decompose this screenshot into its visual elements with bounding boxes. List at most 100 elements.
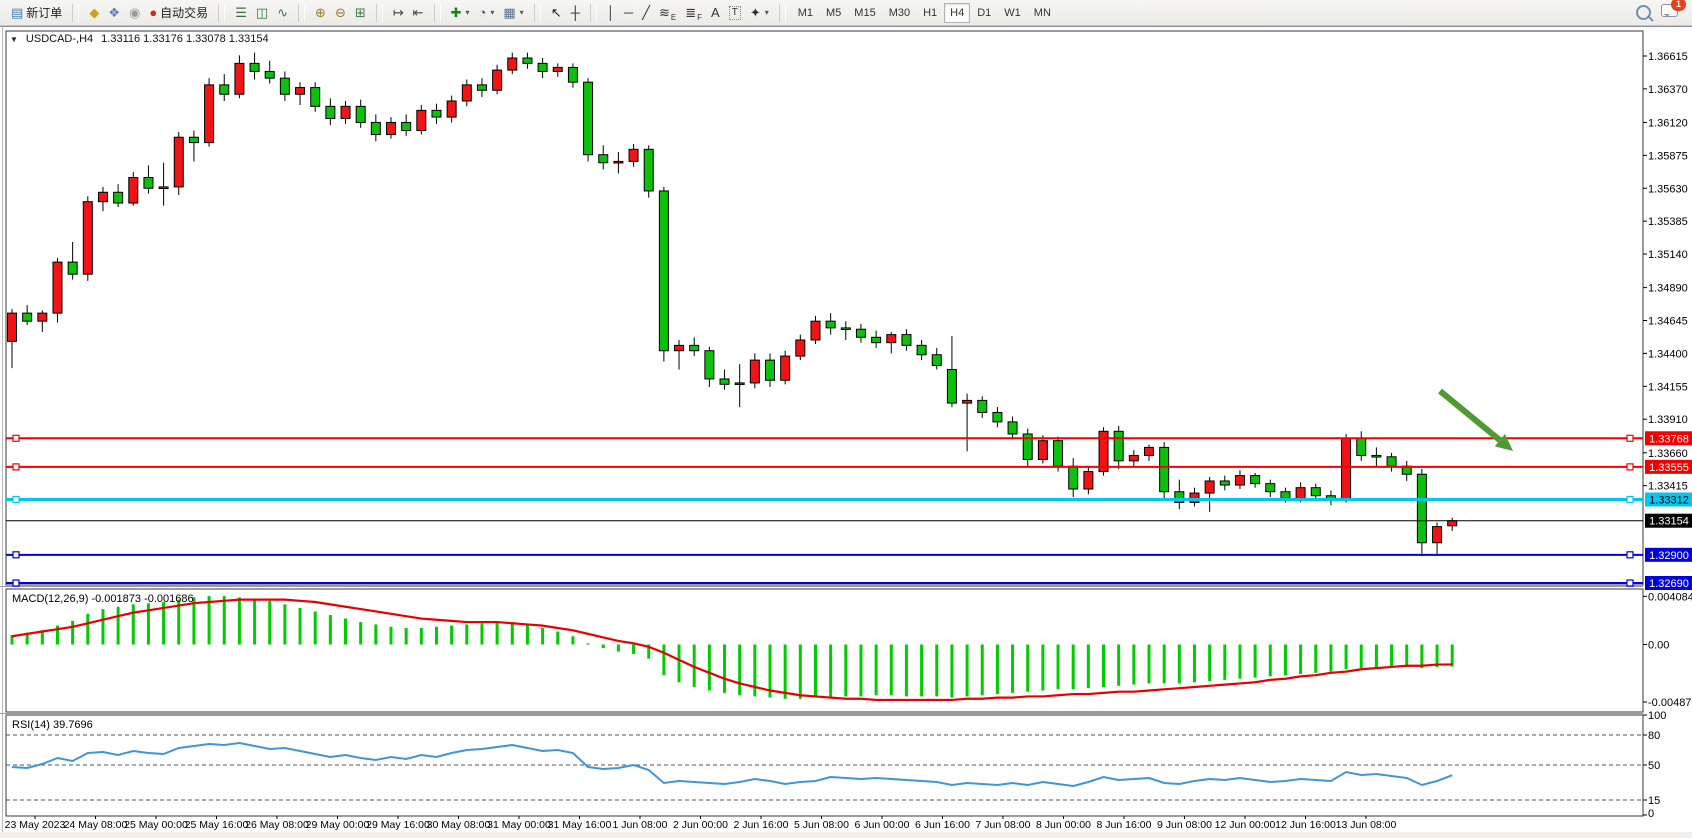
chart-shift-icon-glyph: ⇤	[413, 3, 424, 23]
crosshair-button[interactable]: ┼	[567, 2, 584, 24]
candle-body	[705, 351, 714, 379]
new-order-button[interactable]: ▤新订单	[7, 2, 66, 24]
cursor-button[interactable]: ↖	[547, 2, 566, 24]
candle-body	[781, 356, 790, 380]
timeframe-d1[interactable]: D1	[971, 3, 997, 23]
candlestick-chart-icon[interactable]: ◫	[252, 2, 272, 24]
price-tick-label: 1.34155	[1648, 381, 1688, 393]
periods-button[interactable]: ◔▾	[475, 2, 499, 24]
candle-body	[1114, 431, 1123, 461]
auto-scroll-icon[interactable]: ↦	[389, 2, 408, 24]
resistance-line-2-price-label: 1.33555	[1649, 462, 1689, 474]
auto-trading-button[interactable]: ●自动交易	[145, 2, 212, 24]
candle-body	[917, 345, 926, 354]
zoom-out-icon[interactable]: ⊖	[331, 2, 350, 24]
timeframe-m5[interactable]: M5	[820, 3, 847, 23]
search-icon[interactable]	[1636, 5, 1651, 20]
chart-ohlc-values: 1.33116 1.33176 1.33078 1.33154	[101, 33, 268, 45]
timeframe-m1[interactable]: M1	[792, 3, 819, 23]
timeframe-h4[interactable]: H4	[944, 3, 970, 23]
trendline-button[interactable]: ╱	[638, 2, 654, 24]
timeframe-h1[interactable]: H1	[917, 3, 943, 23]
toolbar-separator	[779, 4, 786, 22]
text-button[interactable]: A	[707, 2, 724, 24]
templates-button[interactable]: ▦▾	[499, 2, 527, 24]
candle-body	[387, 122, 396, 134]
resistance-line-1-handle[interactable]	[13, 435, 19, 441]
time-axis-label: 12 Jun 00:00	[1215, 819, 1276, 831]
resistance-line-1-handle[interactable]	[1627, 435, 1633, 441]
support-line-blue-2-handle[interactable]	[13, 580, 19, 586]
support-line-blue-1-price-label: 1.32900	[1649, 550, 1689, 562]
support-line-cyan-handle[interactable]	[1627, 496, 1633, 502]
rsi-tick-label: 0	[1648, 808, 1654, 820]
price-tick-label: 1.35140	[1648, 249, 1688, 261]
vertical-line-glyph: │	[607, 3, 615, 23]
time-axis-label: 24 May 08:00	[64, 819, 128, 831]
timeframe-m30[interactable]: M30	[883, 3, 916, 23]
equidistant-channel-button[interactable]: ≋E	[655, 2, 680, 24]
candle-body	[371, 122, 380, 134]
candle-body	[1220, 481, 1229, 485]
line-chart-icon[interactable]: ∿	[273, 2, 292, 24]
text-label-button[interactable]: T	[725, 2, 745, 24]
candle-body	[553, 67, 562, 71]
resistance-line-2-handle[interactable]	[13, 464, 19, 470]
timeframe-m15[interactable]: M15	[848, 3, 881, 23]
candle-body	[1145, 447, 1154, 455]
candle-body	[356, 106, 365, 122]
candle-body	[675, 345, 684, 350]
chart-shift-icon[interactable]: ⇤	[409, 2, 428, 24]
candle-body	[477, 85, 486, 90]
toolbar-group-4: ↦⇤	[386, 2, 431, 24]
rsi-tick-label: 50	[1648, 760, 1660, 772]
time-axis-label: 2 Jun 00:00	[673, 819, 728, 831]
chart-window[interactable]: 1.337681.335551.333121.331541.329001.326…	[0, 26, 1692, 838]
arrows-button[interactable]: ✦▾	[746, 2, 773, 24]
mt4-terminal: ▤新订单 ◆❖◉●自动交易 ☰◫∿ ⊕⊖⊞ ↦⇤ ✚▾◔▾▦▾ ↖┼ │─╱≋E≣FAT✦▾ M…	[0, 0, 1692, 838]
toolbar-group-3: ⊕⊖⊞	[308, 2, 373, 24]
candle-body	[1251, 476, 1260, 484]
time-axis-label: 25 May 00:00	[124, 819, 188, 831]
zoom-in-icon[interactable]: ⊕	[311, 2, 330, 24]
macd-indicator-label: MACD(12,26,9) -0.001873 -0.001686	[12, 593, 194, 605]
macd-panel-frame	[6, 589, 1643, 712]
time-axis-label: 13 Jun 08:00	[1336, 819, 1397, 831]
candle-body	[1190, 493, 1199, 502]
bar-chart-icon[interactable]: ☰	[231, 2, 251, 24]
candle-body	[1008, 422, 1017, 434]
candle-body	[402, 122, 411, 130]
candle-body	[766, 360, 775, 380]
vertical-line-button[interactable]: │	[603, 2, 619, 24]
candle-body	[280, 78, 289, 94]
tile-windows-icon[interactable]: ⊞	[351, 2, 370, 24]
notifications-button[interactable]: 1	[1661, 4, 1678, 22]
support-line-blue-2-handle[interactable]	[1627, 580, 1633, 586]
indicators-button[interactable]: ✚▾	[447, 2, 474, 24]
new-order-glyph: ▤	[11, 3, 23, 23]
time-axis-label: 30 May 08:00	[427, 819, 491, 831]
signals-icon[interactable]: ◉	[125, 2, 144, 24]
timeframe-w1[interactable]: W1	[998, 3, 1027, 23]
toolbar-right-cluster: 1	[1636, 4, 1688, 22]
time-axis-label: 5 Jun 08:00	[794, 819, 849, 831]
candle-body	[872, 337, 881, 342]
profiles-icon[interactable]: ❖	[104, 2, 124, 24]
candle-body	[1266, 484, 1275, 492]
open-chart-icon[interactable]: ◆	[85, 2, 103, 24]
collapse-chart-icon[interactable]: ▼	[10, 35, 18, 44]
chart-canvas[interactable]: 1.337681.335551.333121.331541.329001.326…	[0, 27, 1692, 838]
toolbar-separator	[590, 4, 597, 22]
price-tick-label: 1.34400	[1648, 348, 1688, 360]
price-tick-label: 1.33415	[1648, 481, 1688, 493]
resistance-line-2-handle[interactable]	[1627, 464, 1633, 470]
fibonacci-button[interactable]: ≣F	[681, 2, 706, 24]
support-line-blue-1-handle[interactable]	[13, 552, 19, 558]
timeframe-mn[interactable]: MN	[1028, 3, 1057, 23]
bar-chart-icon-glyph: ☰	[235, 3, 247, 23]
horizontal-line-button[interactable]: ─	[620, 2, 637, 24]
support-line-blue-1-handle[interactable]	[1627, 552, 1633, 558]
support-line-cyan-handle[interactable]	[13, 496, 19, 502]
toolbar-separator	[298, 4, 305, 22]
candle-body	[53, 262, 62, 313]
